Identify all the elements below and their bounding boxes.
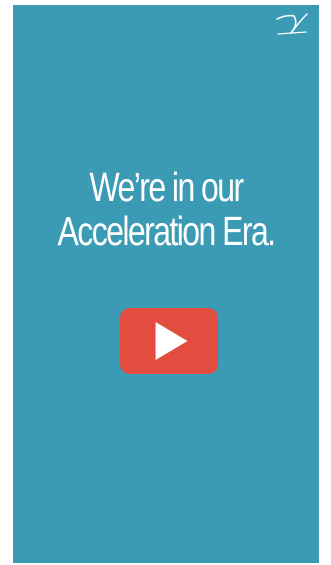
headline-line-2: Acceleration Era. <box>57 208 276 254</box>
signature-logo-icon <box>276 13 308 35</box>
headline-line-1: We’re in our <box>89 164 244 210</box>
video-headline: We’re in our Acceleration Era. <box>47 165 286 253</box>
video-player[interactable]: We’re in our Acceleration Era. <box>13 5 319 563</box>
play-icon <box>155 322 188 360</box>
play-button[interactable] <box>120 308 218 374</box>
